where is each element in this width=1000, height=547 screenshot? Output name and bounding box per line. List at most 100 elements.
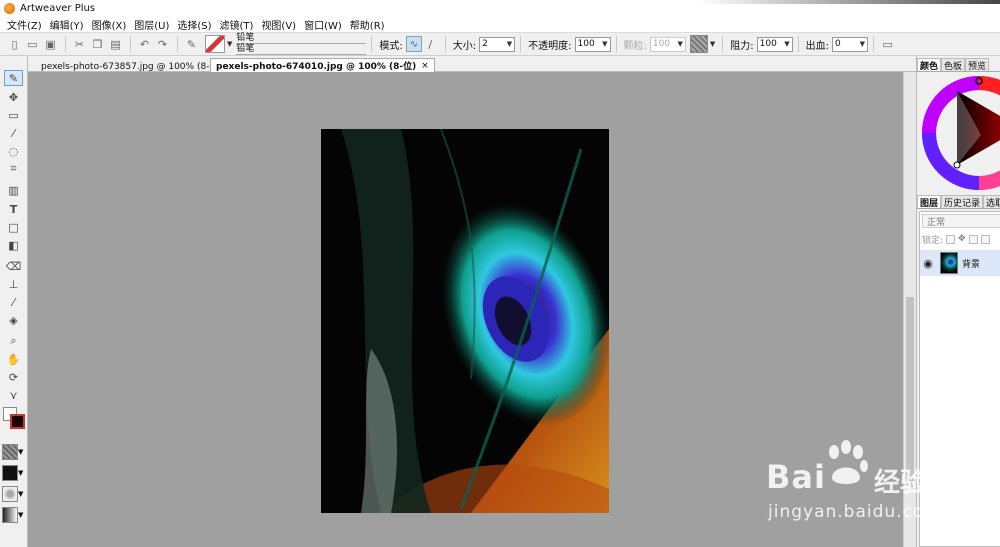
menu-file[interactable]: 文件(Z) [3,17,46,32]
texture-swatch[interactable] [2,444,18,460]
chevron-down-icon[interactable]: ▼ [678,40,683,48]
right-panel: 颜色 色板 预览 图层 历史记录 选取 正常 锁定: ✥ ◉ 背景 [916,56,1000,547]
grain-value: 100 [652,39,671,49]
undo-icon[interactable]: ↶ [136,36,153,53]
chevron-down-icon[interactable]: ▼ [18,511,23,519]
fill-icon[interactable]: ◈ [4,312,23,328]
gradient-icon[interactable]: ◧ [4,237,23,253]
line-mode-icon[interactable]: / [422,36,439,53]
lock-pixels-checkbox[interactable] [968,234,978,244]
eyedropper-icon[interactable]: ⁄ [4,294,23,310]
new-icon[interactable]: ▯ [6,36,23,53]
menu-window[interactable]: 窗口(W) [300,17,346,32]
lock-transparency-checkbox[interactable] [946,234,956,244]
background-color-swatch[interactable] [10,414,25,429]
blend-mode-value: 正常 [927,217,946,228]
tab-swatches[interactable]: 色板 [941,58,966,72]
crop-icon[interactable]: ⌗ [4,161,23,177]
grain-input[interactable]: 100 ▼ [649,36,686,52]
chevron-down-icon[interactable]: ▼ [784,40,789,48]
paste-icon[interactable]: ▤ [107,36,124,53]
document-tab-label: pexels-photo-673857.jpg @ 100% (8-位) [41,61,222,72]
separator [444,36,446,52]
redo-icon[interactable]: ↷ [154,36,171,53]
menu-filter[interactable]: 滤镜(T) [216,17,258,32]
separator [797,36,799,52]
menu-select[interactable]: 选择(S) [173,17,215,32]
separator [722,36,724,52]
shape-icon[interactable]: □ [4,219,23,235]
brush-icon[interactable]: ✎ [183,36,200,53]
chevron-down-icon[interactable]: ▼ [507,40,512,48]
brush-category: 铅笔 [236,33,367,44]
close-icon[interactable]: × [421,61,429,71]
layer-row[interactable]: ◉ 背景 [920,250,1000,276]
rect-select-icon[interactable]: ▭ [4,107,23,123]
document-tab[interactable]: pexels-photo-673857.jpg @ 100% (8-位) [36,58,227,72]
gradient-swatch[interactable] [2,507,18,523]
lock-label: 锁定: [922,235,944,246]
lasso-icon[interactable]: ◌ [4,143,23,159]
resist-input[interactable]: 100 ▼ [756,36,793,52]
perspective-icon[interactable]: ▥ [4,182,23,198]
brush-preset-swatch[interactable] [205,35,225,53]
chevron-down-icon[interactable]: ▼ [18,448,23,456]
brush-settings-icon[interactable]: ▭ [879,36,896,53]
pencil-icon[interactable]: ✎ [4,70,23,86]
chevron-down-icon[interactable]: ▼ [18,469,23,477]
brush-name-list[interactable]: 铅笔 铅笔 [236,33,367,55]
chevron-down-icon[interactable]: ▼ [227,40,232,48]
zoom-icon[interactable]: ⌕ [4,333,23,349]
chevron-down-icon[interactable]: ▼ [860,40,865,48]
document-tab-label: pexels-photo-674010.jpg @ 100% (8-位) [216,62,417,72]
eraser-icon[interactable]: ⌫ [4,258,23,274]
menu-layer[interactable]: 图层(U) [130,17,173,32]
menu-view[interactable]: 视图(V) [257,17,300,32]
chevron-down-icon[interactable]: ▼ [18,490,23,498]
size-input[interactable]: 2 ▼ [479,36,516,52]
vertical-scrollbar[interactable] [903,72,916,547]
freehand-mode-icon[interactable]: ∿ [405,36,422,52]
document-tab-active[interactable]: pexels-photo-674010.jpg @ 100% (8-位) × [210,58,435,72]
menu-edit[interactable]: 编辑(Y) [46,17,88,32]
color-set-swatch[interactable] [2,465,18,481]
rotate-icon[interactable]: ⟳ [4,369,23,385]
color-wheel[interactable] [921,75,1000,190]
tab-history[interactable]: 历史记录 [941,195,984,209]
menu-help[interactable]: 帮助(R) [346,17,389,32]
resist-value: 100 [759,39,777,49]
opacity-input[interactable]: 100 ▼ [574,36,611,52]
magic-wand-icon[interactable]: ⁄ [4,125,23,141]
bleed-label: 出血: [805,40,830,52]
document-tab-bar: pexels-photo-673857.jpg @ 100% (8-位) pex… [28,56,916,72]
lock-all-checkbox[interactable] [980,234,990,244]
tab-layers[interactable]: 图层 [917,195,942,209]
canvas-image[interactable] [321,129,609,513]
warp-icon[interactable]: ⋎ [4,387,23,403]
separator [130,36,131,52]
blend-mode-select[interactable]: 正常 [922,214,1000,228]
move-icon[interactable]: ✥ [4,89,23,105]
tab-preview[interactable]: 预览 [965,58,990,72]
eye-icon[interactable]: ◉ [920,257,936,270]
bleed-input[interactable]: 0 ▼ [832,36,869,52]
tab-selection[interactable]: 选取 [983,195,1000,209]
chevron-down-icon[interactable]: ▼ [710,40,715,48]
tab-color[interactable]: 颜色 [917,58,942,72]
cut-icon[interactable]: ✂ [71,36,88,53]
lock-position-icon[interactable]: ✥ [958,234,966,244]
save-icon[interactable]: ▣ [42,36,59,53]
text-icon[interactable]: T [4,201,23,217]
size-label: 大小: [452,40,477,52]
open-icon[interactable]: ▭ [24,36,41,53]
hand-icon[interactable]: ✋ [4,351,23,367]
color-wheel-graphic [922,76,1000,190]
menu-image[interactable]: 图像(X) [88,17,131,32]
app-title: Artweaver Plus [20,2,96,14]
copy-icon[interactable]: ❐ [89,36,106,53]
scrollbar-thumb[interactable] [906,297,914,487]
brush-tip-swatch[interactable] [2,486,18,502]
chevron-down-icon[interactable]: ▼ [602,40,607,48]
grain-texture-swatch[interactable] [689,35,708,53]
stamp-icon[interactable]: ⊥ [4,276,23,292]
